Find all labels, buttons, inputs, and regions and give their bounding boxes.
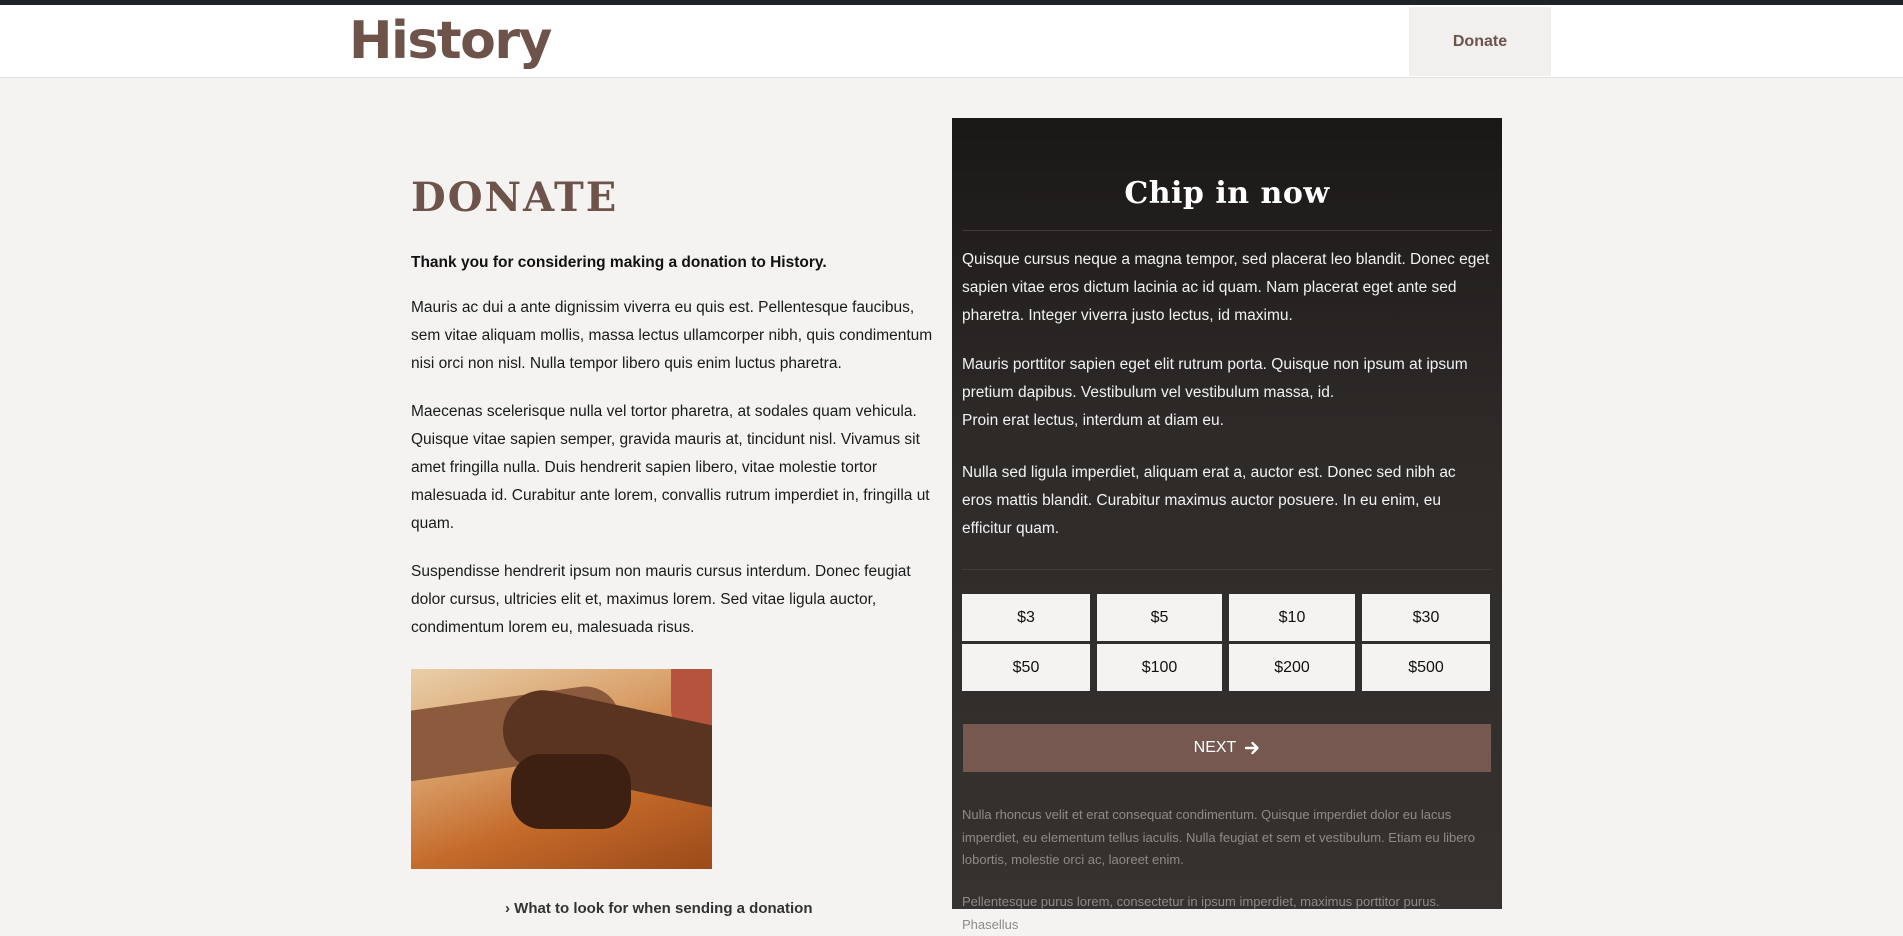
fine-print-2: Pellentesque purus lorem, consectetur in… bbox=[962, 894, 1440, 932]
holding-hands-image bbox=[411, 669, 712, 869]
divider bbox=[962, 569, 1492, 570]
amount-button-10[interactable]: $10 bbox=[1229, 594, 1355, 641]
next-button[interactable]: NEXT bbox=[963, 724, 1491, 772]
amount-button-5[interactable]: $5 bbox=[1097, 594, 1222, 641]
arrow-right-icon bbox=[1245, 741, 1260, 755]
body-paragraph-3: Suspendisse hendrerit ipsum non mauris c… bbox=[411, 563, 911, 636]
divider bbox=[962, 230, 1492, 231]
panel-paragraph-4: Nulla sed ligula imperdiet, aliquam erat… bbox=[962, 464, 1456, 537]
amount-button-200[interactable]: $200 bbox=[1229, 644, 1355, 691]
panel-title: Chip in now bbox=[1124, 176, 1330, 211]
amount-button-100[interactable]: $100 bbox=[1097, 644, 1222, 691]
amount-button-3[interactable]: $3 bbox=[962, 594, 1090, 641]
panel-paragraph-2: Mauris porttitor sapien eget elit rutrum… bbox=[962, 356, 1468, 401]
chip-in-panel: Chip in now Quisque cursus neque a magna… bbox=[952, 118, 1502, 932]
donate-content: DONATE Thank you for considering making … bbox=[411, 170, 939, 642]
intro-text: Thank you for considering making a donat… bbox=[411, 254, 827, 271]
amount-button-30[interactable]: $30 bbox=[1362, 594, 1490, 641]
page-title: DONATE bbox=[411, 174, 619, 221]
amount-button-500[interactable]: $500 bbox=[1362, 644, 1490, 691]
panel-paragraph-1: Quisque cursus neque a magna tempor, sed… bbox=[962, 251, 1490, 324]
site-header: History Donate bbox=[0, 5, 1903, 78]
body-paragraph-1: Mauris ac dui a ante dignissim viverra e… bbox=[411, 299, 933, 372]
next-button-label: NEXT bbox=[1193, 739, 1237, 756]
amount-button-50[interactable]: $50 bbox=[962, 644, 1090, 691]
body-paragraph-2: Maecenas scelerisque nulla vel tortor ph… bbox=[411, 403, 930, 532]
panel-paragraph-3: Proin erat lectus, interdum at diam eu. bbox=[962, 412, 1224, 429]
nav-donate-link[interactable]: Donate bbox=[1409, 7, 1551, 76]
fine-print-1: Nulla rhoncus velit et erat consequat co… bbox=[962, 807, 1476, 867]
site-title[interactable]: History bbox=[349, 9, 552, 73]
